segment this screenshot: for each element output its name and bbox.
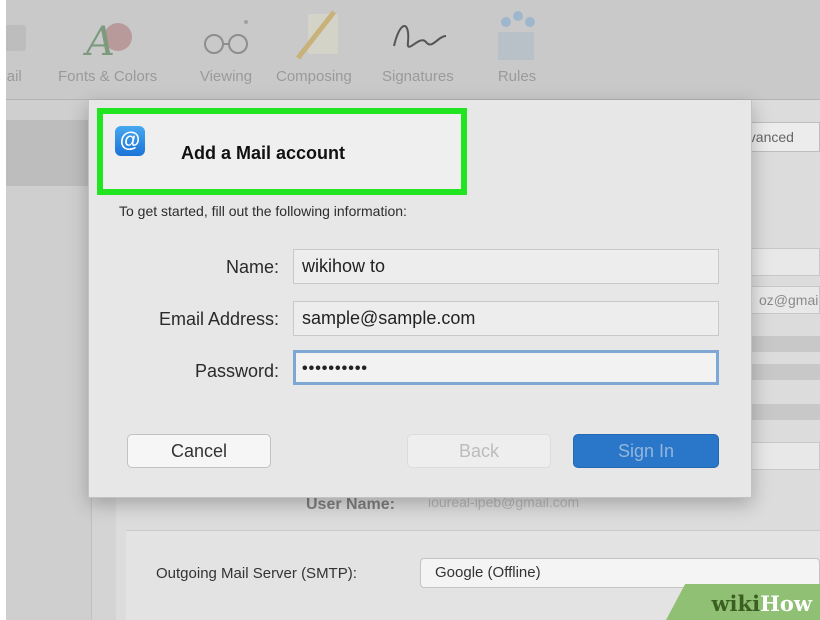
password-label: Password:: [194, 361, 279, 381]
wikihow-watermark: wikiHow: [660, 582, 820, 620]
back-button[interactable]: Back: [407, 434, 551, 468]
watermark-text: wikiHow: [711, 591, 812, 616]
toolbar-mail[interactable]: Mail: [6, 8, 28, 85]
toolbar-signatures[interactable]: Signatures: [382, 8, 454, 85]
email-label: Email Address:: [158, 309, 279, 329]
add-mail-account-dialog: @ Add a Mail account To get started, fil…: [88, 100, 752, 498]
toolbar-rules[interactable]: Rules: [492, 8, 542, 85]
bg-field: [750, 248, 820, 276]
sidebar-selected-account[interactable]: [6, 120, 92, 186]
name-label: Name:: [225, 257, 279, 277]
rules-icon: [492, 8, 542, 66]
pencil-icon: [276, 8, 352, 66]
svg-text:A: A: [82, 19, 115, 65]
at-sign-icon: @: [115, 126, 145, 156]
password-input[interactable]: ••••••••••: [293, 350, 719, 385]
sign-in-button[interactable]: Sign In: [573, 434, 719, 468]
signature-icon: [382, 8, 454, 66]
toolbar-fonts-colors[interactable]: A Fonts & Colors: [58, 8, 157, 85]
glasses-icon: [196, 8, 256, 66]
toolbar-composing[interactable]: Composing: [276, 8, 352, 85]
screenshot-frame: Mail A Fonts & Colors Viewing: [6, 0, 820, 620]
bg-field: [750, 442, 820, 470]
fonts-colors-icon: A: [58, 8, 157, 66]
dialog-title: Add a Mail account: [181, 143, 346, 163]
bg-divider: [750, 336, 820, 352]
preferences-toolbar: Mail A Fonts & Colors Viewing: [6, 0, 820, 100]
intro-text: To get started, fill out the following i…: [119, 203, 407, 219]
cancel-button[interactable]: Cancel: [127, 434, 271, 468]
mail-icon: [6, 8, 28, 66]
bg-divider: [750, 404, 820, 420]
name-input[interactable]: wikihow to: [293, 249, 719, 284]
toolbar-viewing[interactable]: Viewing: [196, 8, 256, 85]
smtp-label: Outgoing Mail Server (SMTP):: [156, 565, 357, 582]
bg-email-field[interactable]: oz@gmai: [750, 286, 820, 314]
email-input[interactable]: sample@sample.com: [293, 301, 719, 336]
accounts-sidebar: [6, 100, 92, 620]
user-name-label: User Name:: [306, 496, 395, 513]
bg-divider: [750, 364, 820, 380]
